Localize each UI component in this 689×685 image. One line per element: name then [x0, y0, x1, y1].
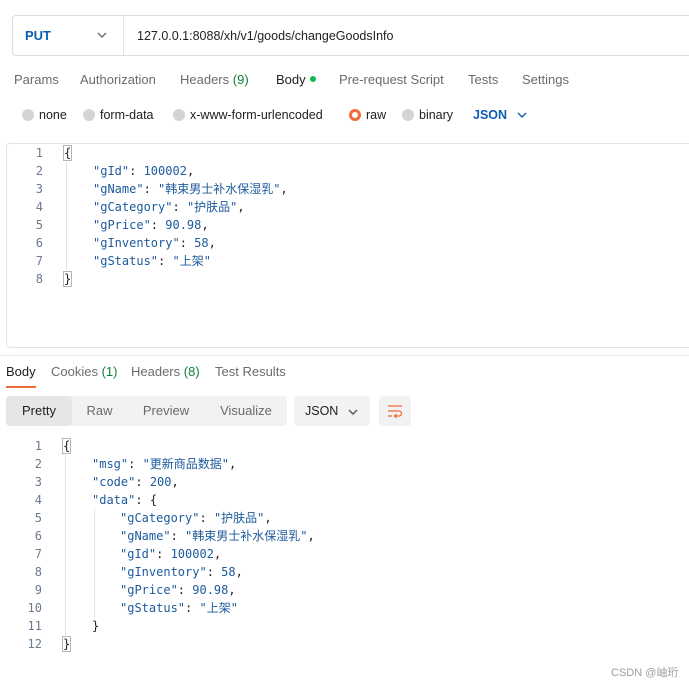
line-number: 9 [34, 583, 42, 597]
code-line: "gStatus": "上架" [120, 601, 238, 615]
line-number: 8 [34, 565, 42, 579]
request-body-editor[interactable]: 1 2 3 4 5 6 7 8 { "gId": 100002, "gName"… [6, 143, 689, 348]
line-number: 2 [35, 164, 43, 178]
tab-settings[interactable]: Settings [522, 72, 569, 87]
code-line: "gId": 100002, [120, 547, 222, 561]
radio-icon [402, 109, 414, 121]
code-line: "code": 200, [92, 475, 179, 489]
code-line: "gInventory": 58, [93, 236, 216, 250]
indent-guide [65, 455, 66, 635]
chevron-down-icon [97, 32, 107, 38]
radio-binary[interactable]: binary [402, 108, 453, 122]
code-line: "gName": "韩束男士补水保湿乳", [93, 182, 288, 196]
indent-guide [94, 509, 95, 617]
active-tab-indicator [6, 386, 36, 388]
code-line: } [92, 619, 100, 633]
request-url-bar: PUT [12, 15, 689, 56]
radio-raw[interactable]: raw [349, 108, 386, 122]
wrap-text-icon [388, 405, 403, 418]
body-modified-dot [309, 76, 316, 82]
view-pretty-button[interactable]: Pretty [6, 396, 72, 426]
radio-none[interactable]: none [22, 108, 67, 122]
chevron-down-icon [517, 112, 527, 118]
line-number: 11 [27, 619, 42, 633]
view-preview-button[interactable]: Preview [131, 396, 201, 426]
line-number: 6 [34, 529, 42, 543]
line-number: 3 [34, 475, 42, 489]
response-body-viewer: 1 2 3 4 5 6 7 8 9 10 11 12 { "msg": "更新商… [6, 437, 689, 657]
method-select[interactable]: PUT [13, 16, 124, 55]
code-line: "data": { [92, 493, 158, 507]
code-line: "gCategory": "护肤品", [120, 511, 272, 525]
method-label: PUT [25, 28, 51, 43]
code-line: "gPrice": 90.98, [93, 218, 209, 232]
code-line: "gName": "韩束男士补水保湿乳", [120, 529, 315, 543]
line-number: 6 [35, 236, 43, 250]
code-line: "gPrice": 90.98, [120, 583, 236, 597]
radio-form-data[interactable]: form-data [83, 108, 154, 122]
tab-body[interactable]: Body [276, 72, 316, 87]
line-number: 2 [34, 457, 42, 471]
tab-pre-request-script[interactable]: Pre-request Script [339, 72, 444, 87]
line-number: 10 [27, 601, 42, 615]
response-format-select[interactable]: JSON [294, 396, 370, 426]
code-line: "gId": 100002, [93, 164, 195, 178]
radio-icon [173, 109, 185, 121]
radio-selected-icon [349, 109, 361, 121]
body-format-select[interactable]: JSON [473, 108, 527, 122]
line-number: 5 [34, 511, 42, 525]
tab-response-body[interactable]: Body [6, 364, 36, 379]
radio-icon [22, 109, 34, 121]
code-line: { [63, 145, 73, 161]
indent-guide [66, 162, 67, 270]
view-mode-group: Pretty Raw Preview Visualize [6, 396, 287, 426]
view-visualize-button[interactable]: Visualize [212, 396, 280, 426]
code-line: "gCategory": "护肤品", [93, 200, 245, 214]
radio-icon [83, 109, 95, 121]
line-number: 7 [34, 547, 42, 561]
line-number: 7 [35, 254, 43, 268]
line-number: 1 [34, 439, 42, 453]
wrap-lines-button[interactable] [379, 396, 411, 426]
line-number: 12 [27, 637, 42, 651]
tab-tests[interactable]: Tests [468, 72, 498, 87]
tab-headers[interactable]: Headers (9) [180, 72, 249, 87]
tab-params[interactable]: Params [14, 72, 59, 87]
line-number: 4 [35, 200, 43, 214]
tab-test-results[interactable]: Test Results [215, 364, 286, 379]
code-line: { [62, 438, 72, 454]
section-divider [0, 355, 689, 356]
line-number: 4 [34, 493, 42, 507]
chevron-down-icon [348, 409, 358, 415]
code-line: } [62, 636, 72, 652]
tab-cookies[interactable]: Cookies (1) [51, 364, 117, 379]
code-line: "gStatus": "上架" [93, 254, 211, 268]
code-line: "msg": "更新商品数据", [92, 457, 237, 471]
code-line: "gInventory": 58, [120, 565, 243, 579]
tab-response-headers[interactable]: Headers (8) [131, 364, 200, 379]
tab-authorization[interactable]: Authorization [80, 72, 156, 87]
code-line: } [63, 271, 73, 287]
line-number: 8 [35, 272, 43, 286]
line-number: 3 [35, 182, 43, 196]
url-input[interactable] [137, 27, 677, 45]
line-number: 5 [35, 218, 43, 232]
watermark: CSDN @岫珩 [611, 667, 679, 679]
view-raw-button[interactable]: Raw [72, 396, 127, 426]
radio-x-www-form-urlencoded[interactable]: x-www-form-urlencoded [173, 108, 323, 122]
line-number: 1 [35, 146, 43, 160]
